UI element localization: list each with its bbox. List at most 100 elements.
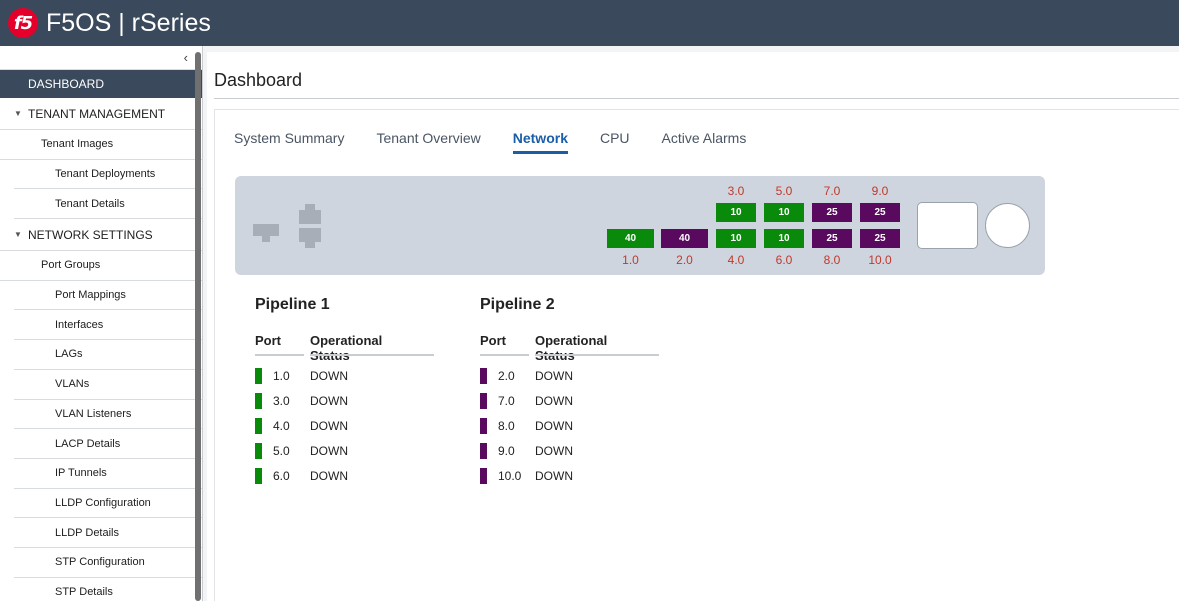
usb-port <box>917 202 978 249</box>
pipeline-title: Pipeline 2 <box>480 296 555 313</box>
sidebar-item-port-mappings[interactable]: Port Mappings <box>14 281 202 311</box>
pipeline-color-swatch <box>480 393 487 409</box>
port-number: 5.0 <box>273 444 290 458</box>
pipeline-color-swatch <box>480 468 487 484</box>
sidebar-item-lacp-details[interactable]: LACP Details <box>14 429 202 459</box>
sidebar-item-port-groups[interactable]: Port Groups <box>0 251 202 281</box>
column-header-port: Port <box>480 333 506 348</box>
header-rule <box>535 354 659 356</box>
sidebar-item-stp-details[interactable]: STP Details <box>14 578 202 601</box>
header-rule <box>480 354 529 356</box>
port-label: 8.0 <box>823 253 841 267</box>
port-status: DOWN <box>310 444 348 458</box>
header-rule <box>310 354 434 356</box>
sidebar-item-stp-configuration[interactable]: STP Configuration <box>14 548 202 578</box>
column-header-port: Port <box>255 333 281 348</box>
port-status: DOWN <box>310 419 348 433</box>
sidebar-item-tenant-deployments[interactable]: Tenant Deployments <box>14 160 202 190</box>
port-status: DOWN <box>310 394 348 408</box>
pipeline-color-swatch <box>480 368 487 384</box>
port-label: 9.0 <box>871 184 889 198</box>
port-status: DOWN <box>310 369 348 383</box>
sidebar-item-lldp-configuration[interactable]: LLDP Configuration <box>14 489 202 519</box>
chevron-left-icon[interactable]: ‹ <box>184 50 188 65</box>
sidebar-item-dashboard[interactable]: DASHBOARD <box>0 70 202 98</box>
port-number: 6.0 <box>273 469 290 483</box>
port-1-0[interactable]: 40 <box>607 229 654 248</box>
port-status: DOWN <box>535 369 573 383</box>
mgmt-port-base <box>262 236 270 242</box>
pipeline-2: Pipeline 2 Port Operational Status 2.0 DOWN 7… <box>480 296 659 484</box>
column-header-status: Operational Status <box>535 333 608 363</box>
main-panel: Dashboard System Summary Tenant Overview N… <box>207 52 1179 601</box>
sidebar-item-vlans[interactable]: VLANs <box>14 370 202 400</box>
port-label: 3.0 <box>727 184 745 198</box>
port-10-0[interactable]: 25 <box>860 229 900 248</box>
port-3-0[interactable]: 10 <box>716 203 756 222</box>
sidebar-scrollbar[interactable] <box>195 52 201 601</box>
port-label: 2.0 <box>676 253 693 267</box>
pipeline-color-swatch <box>255 468 262 484</box>
sidebar-section-label: TENANT MANAGEMENT <box>28 106 166 121</box>
port-number: 1.0 <box>273 369 290 383</box>
pipeline-title: Pipeline 1 <box>255 296 330 313</box>
port-number: 4.0 <box>273 419 290 433</box>
port-number: 7.0 <box>498 394 515 408</box>
pipeline-color-swatch <box>255 443 262 459</box>
chassis-panel: 40 1.0 40 2.0 10 3.0 10 4.0 10 5.0 10 6.0 25 7.0 25 8.0… <box>235 176 1045 275</box>
sidebar-item-ip-tunnels[interactable]: IP Tunnels <box>14 459 202 489</box>
sidebar-item-lags[interactable]: LAGs <box>14 340 202 370</box>
sidebar-section-label: NETWORK SETTINGS <box>28 227 153 242</box>
port-5-0[interactable]: 10 <box>764 203 804 222</box>
tab-cpu[interactable]: CPU <box>600 130 630 154</box>
title-divider <box>214 98 1179 99</box>
app-title: F5OS | rSeries <box>46 8 211 37</box>
port-status: DOWN <box>535 469 573 483</box>
power-indicator <box>985 203 1030 248</box>
column-header-status: Operational Status <box>310 333 383 363</box>
port-6-0[interactable]: 10 <box>764 229 804 248</box>
page-title: Dashboard <box>214 70 303 90</box>
top-bar: f5 F5OS | rSeries <box>0 0 1179 46</box>
sidebar-item-tenant-images[interactable]: Tenant Images <box>0 130 202 160</box>
port-9-0[interactable]: 25 <box>860 203 900 222</box>
pipeline-color-swatch <box>480 418 487 434</box>
sidebar-section-tenant-management[interactable]: ▼ TENANT MANAGEMENT <box>0 98 202 130</box>
sidebar-item-lldp-details[interactable]: LLDP Details <box>14 518 202 548</box>
port-status: DOWN <box>310 469 348 483</box>
mgmt-port-icon <box>253 224 279 236</box>
port-label: 10.0 <box>868 253 892 267</box>
port-7-0[interactable]: 25 <box>812 203 852 222</box>
port-label: 5.0 <box>775 184 793 198</box>
tab-network[interactable]: Network <box>512 130 568 154</box>
port-number: 9.0 <box>498 444 515 458</box>
tab-active-alarms[interactable]: Active Alarms <box>662 130 747 154</box>
port-label: 4.0 <box>727 253 745 267</box>
port-status: DOWN <box>535 419 573 433</box>
sidebar-item-interfaces[interactable]: Interfaces <box>14 310 202 341</box>
port-2-0[interactable]: 40 <box>661 229 708 248</box>
port-number: 2.0 <box>498 369 515 383</box>
caret-down-icon: ▼ <box>14 230 22 240</box>
pipeline-color-swatch <box>255 418 262 434</box>
port-number: 3.0 <box>273 394 290 408</box>
port-number: 10.0 <box>498 469 522 483</box>
pipeline-color-swatch <box>255 393 262 409</box>
console-port-icon <box>299 204 321 248</box>
tab-system-summary[interactable]: System Summary <box>234 130 344 154</box>
port-label: 6.0 <box>775 253 793 267</box>
dashboard-content: System Summary Tenant Overview Network CPU A… <box>214 109 1179 601</box>
pipeline-1: Pipeline 1 Port Operational Status 1.0 DOWN 3… <box>255 296 434 484</box>
sidebar-section-network-settings[interactable]: ▼ NETWORK SETTINGS <box>0 219 202 252</box>
sidebar-item-vlan-listeners[interactable]: VLAN Listeners <box>14 400 202 430</box>
pipeline-color-swatch <box>480 443 487 459</box>
f5-logo-icon[interactable]: f5 <box>8 8 38 38</box>
port-number: 8.0 <box>498 419 515 433</box>
port-label: 7.0 <box>823 184 841 198</box>
port-4-0[interactable]: 10 <box>716 229 756 248</box>
port-8-0[interactable]: 25 <box>812 229 852 248</box>
tab-tenant-overview[interactable]: Tenant Overview <box>376 130 480 154</box>
port-status: DOWN <box>535 444 573 458</box>
sidebar-sections: ▼ TENANT MANAGEMENT Tenant Images Tenant De… <box>0 98 202 601</box>
sidebar-item-tenant-details[interactable]: Tenant Details <box>14 189 202 220</box>
